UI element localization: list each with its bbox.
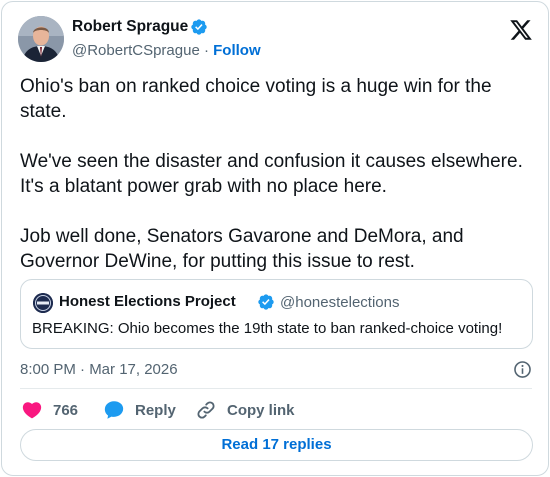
quoted-tweet[interactable]: Honest Elections Project @honestelection… bbox=[20, 279, 533, 349]
like-button[interactable]: 766 bbox=[21, 398, 78, 422]
reply-label: Reply bbox=[135, 401, 176, 419]
quoted-author-name: Honest Elections Project bbox=[59, 293, 236, 310]
author-name[interactable]: Robert Sprague bbox=[72, 18, 188, 36]
author-handle[interactable]: @RobertCSprague bbox=[72, 42, 200, 59]
quoted-author-handle: @honestelections bbox=[280, 294, 400, 311]
x-logo-icon[interactable] bbox=[509, 18, 533, 42]
author-handle-line: @RobertCSprague · Follow bbox=[72, 42, 261, 59]
link-icon bbox=[197, 401, 215, 419]
tweet-embed-card: Robert Sprague @RobertCSprague · Follow … bbox=[1, 1, 549, 476]
follow-button[interactable]: Follow bbox=[213, 42, 261, 59]
reply-button[interactable]: Reply bbox=[103, 398, 176, 422]
tweet-paragraph: Ohio's ban on ranked choice voting is a … bbox=[20, 76, 492, 122]
info-icon[interactable] bbox=[513, 360, 532, 379]
quoted-author-avatar bbox=[33, 293, 53, 313]
author-avatar[interactable] bbox=[18, 16, 64, 62]
author-avatar-image bbox=[18, 16, 64, 62]
read-replies-button[interactable]: Read 17 replies bbox=[20, 429, 533, 461]
copy-link-label: Copy link bbox=[227, 401, 295, 419]
tweet-timestamp[interactable]: 8:00 PM · Mar 17, 2026 bbox=[20, 361, 178, 378]
reply-bubble-icon bbox=[104, 401, 124, 419]
copy-link-button[interactable]: Copy link bbox=[195, 398, 295, 422]
handle-separator: · bbox=[199, 42, 214, 59]
heart-icon bbox=[22, 402, 42, 419]
quoted-tweet-text: BREAKING: Ohio becomes the 19th state to… bbox=[32, 320, 503, 337]
tweet-text: Ohio's ban on ranked choice voting is a … bbox=[20, 74, 530, 274]
divider bbox=[20, 388, 532, 389]
quoted-avatar-logo bbox=[33, 293, 53, 313]
verified-badge-icon bbox=[191, 19, 207, 35]
tweet-paragraph: We've seen the disaster and confusion it… bbox=[20, 151, 523, 197]
like-count: 766 bbox=[53, 401, 79, 419]
tweet-paragraph: Job well done, Senators Gavarone and DeM… bbox=[20, 226, 464, 272]
verified-badge-icon bbox=[258, 294, 274, 310]
